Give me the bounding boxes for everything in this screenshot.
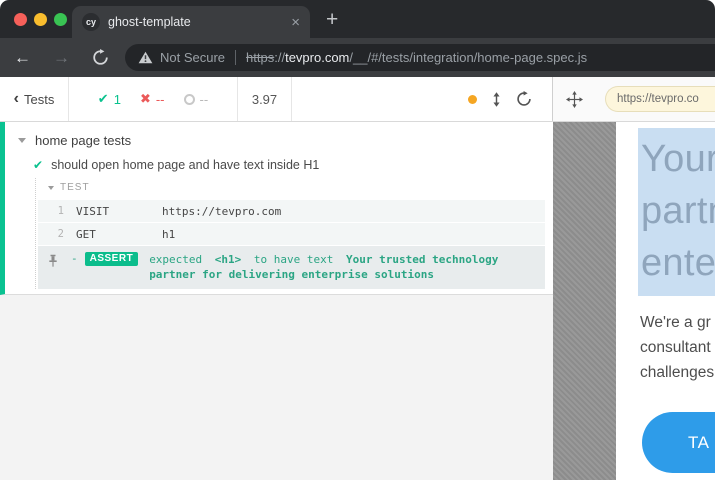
browser-navbar: ← → Not Secure https :// tevpro.com /__/… bbox=[0, 38, 715, 77]
selector-playground-icon[interactable] bbox=[566, 91, 583, 108]
h1-highlight: Your partn ente bbox=[638, 128, 715, 296]
aut-pane: Your partn ente We're a gr consultant ch… bbox=[553, 122, 715, 480]
aut-viewport: Your partn ente We're a gr consultant ch… bbox=[616, 122, 715, 480]
forward-icon: → bbox=[53, 49, 70, 66]
pending-count: -- bbox=[200, 92, 209, 107]
not-secure-warning-icon bbox=[138, 51, 153, 64]
assert-expected: expected bbox=[149, 253, 202, 266]
test-passed-check-icon: ✔ bbox=[33, 158, 43, 172]
suite-block: home page tests ✔ should open home page … bbox=[0, 122, 553, 295]
browser-reload-icon[interactable] bbox=[92, 49, 109, 66]
section-label: TEST bbox=[60, 182, 90, 193]
hero-paragraph-line: challenges bbox=[640, 360, 715, 385]
duration-value: 3.97 bbox=[238, 77, 292, 121]
browser-window: cy ghost-template × + ← → Not Secure bbox=[0, 0, 715, 480]
reporter-panel: home page tests ✔ should open home page … bbox=[0, 122, 553, 480]
autoscroll-toggle-icon[interactable] bbox=[492, 92, 501, 107]
url-path: /__/#/tests/integration/home-page.spec.j… bbox=[349, 50, 587, 65]
restart-tests-icon[interactable] bbox=[516, 91, 532, 107]
cta-button[interactable]: TA bbox=[642, 412, 715, 473]
hero-paragraph: We're a gr consultant challenges bbox=[640, 310, 715, 385]
autoscroll-indicator-dot bbox=[468, 95, 477, 104]
assert-dash: - bbox=[71, 252, 78, 265]
minimize-window-button[interactable] bbox=[34, 13, 47, 26]
url-separator: :// bbox=[274, 50, 285, 65]
aut-url-field[interactable]: https://tevpro.co bbox=[605, 86, 715, 112]
pin-icon[interactable] bbox=[38, 252, 68, 268]
passed-count: 1 bbox=[114, 92, 121, 107]
section-caret-icon bbox=[48, 186, 54, 190]
command-row[interactable]: 2 GET h1 bbox=[38, 223, 545, 245]
cypress-favicon-icon: cy bbox=[82, 13, 100, 31]
hero-paragraph-line: consultant bbox=[640, 335, 715, 360]
command-method: VISIT bbox=[76, 205, 162, 218]
collapse-caret-icon bbox=[18, 138, 26, 143]
runner-content: home page tests ✔ should open home page … bbox=[0, 122, 715, 480]
assert-row[interactable]: - ASSERT expected <h1> to have text Your… bbox=[38, 246, 545, 289]
close-window-button[interactable] bbox=[14, 13, 27, 26]
failed-x-icon: ✖ bbox=[140, 91, 151, 107]
cypress-toolbar: ‹ Tests ✔ 1 ✖ -- -- 3.97 bbox=[0, 77, 715, 122]
address-bar[interactable]: Not Secure https :// tevpro.com /__/#/te… bbox=[125, 44, 715, 71]
zoom-window-button[interactable] bbox=[54, 13, 67, 26]
pending-circle-icon bbox=[184, 94, 195, 105]
tab-title: ghost-template bbox=[108, 15, 285, 29]
new-tab-button[interactable]: + bbox=[326, 8, 338, 32]
reporter-header: ‹ Tests ✔ 1 ✖ -- -- 3.97 bbox=[0, 77, 553, 121]
assert-badge: ASSERT bbox=[85, 252, 139, 266]
security-label: Not Secure bbox=[160, 50, 225, 65]
hero-paragraph-line: We're a gr bbox=[640, 310, 715, 335]
test-title-row[interactable]: ✔ should open home page and have text in… bbox=[5, 152, 553, 178]
suite-title: home page tests bbox=[35, 133, 131, 148]
assert-condition: to have text bbox=[254, 253, 333, 266]
command-number: 1 bbox=[38, 205, 76, 217]
hero-heading-line: ente bbox=[641, 237, 715, 289]
url-scheme: https bbox=[246, 50, 274, 65]
command-row[interactable]: 1 VISIT https://tevpro.com bbox=[38, 200, 545, 222]
hero-heading-line: partn bbox=[641, 185, 715, 237]
url-host: tevpro.com bbox=[285, 50, 349, 65]
tab-bar: cy ghost-template × + bbox=[0, 0, 715, 38]
test-section-toggle[interactable]: TEST bbox=[36, 178, 553, 198]
tests-button-label: Tests bbox=[24, 92, 54, 107]
passed-check-icon: ✔ bbox=[98, 91, 109, 107]
command-log: 1 VISIT https://tevpro.com 2 GET h1 bbox=[38, 200, 545, 289]
suite-header[interactable]: home page tests bbox=[5, 128, 553, 152]
failed-count: -- bbox=[156, 92, 165, 107]
hero-heading-line: Your bbox=[641, 133, 715, 185]
address-divider bbox=[235, 50, 236, 65]
assert-message: expected <h1> to have text Your trusted … bbox=[149, 252, 535, 282]
command-message: h1 bbox=[162, 228, 545, 241]
command-number: 2 bbox=[38, 228, 76, 240]
test-stats: ✔ 1 ✖ -- -- bbox=[69, 77, 238, 121]
aut-header: https://tevpro.co bbox=[553, 77, 715, 121]
command-method: GET bbox=[76, 228, 162, 241]
command-message: https://tevpro.com bbox=[162, 205, 545, 218]
test-body: TEST 1 VISIT https://tevpro.com 2 GET h1 bbox=[35, 178, 553, 289]
chevron-left-icon: ‹ bbox=[14, 90, 19, 108]
back-to-tests-button[interactable]: ‹ Tests bbox=[0, 77, 69, 121]
tab-close-icon[interactable]: × bbox=[291, 14, 300, 31]
browser-tab[interactable]: cy ghost-template × bbox=[72, 6, 310, 38]
test-title: should open home page and have text insi… bbox=[51, 158, 319, 172]
assert-target: <h1> bbox=[215, 253, 242, 266]
traffic-lights bbox=[14, 13, 67, 26]
back-icon[interactable]: ← bbox=[14, 49, 31, 66]
